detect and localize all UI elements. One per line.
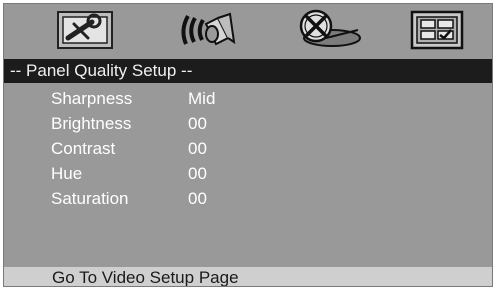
footer-hint-text: Go To Video Setup Page (52, 268, 239, 287)
wrench-settings-icon (57, 11, 113, 49)
setting-label: Hue (51, 164, 83, 183)
setting-label: Sharpness (51, 89, 133, 108)
tab-video-setup[interactable] (404, 8, 470, 52)
tab-general-setup[interactable] (54, 8, 116, 52)
tab-audio-setup[interactable] (176, 8, 238, 52)
setting-label: Contrast (51, 139, 116, 158)
setting-value: 00 (188, 189, 207, 208)
setting-value: 00 (188, 139, 207, 158)
setting-row-brightness[interactable]: Brightness 00 (4, 111, 492, 136)
setting-value: Mid (188, 89, 216, 108)
setting-row-contrast[interactable]: Contrast 00 (4, 136, 492, 161)
setting-label: Saturation (51, 189, 129, 208)
setting-value: 00 (188, 164, 207, 183)
disc-icon (299, 9, 361, 47)
setting-row-saturation[interactable]: Saturation 00 (4, 186, 492, 211)
page-title-bar: -- Panel Quality Setup -- (4, 59, 492, 83)
video-display-icon (410, 10, 464, 50)
footer-hint-bar[interactable]: Go To Video Setup Page (4, 267, 492, 287)
setting-row-hue[interactable]: Hue 00 (4, 161, 492, 186)
menu-icon-bar (4, 4, 492, 56)
page-title: -- Panel Quality Setup -- (10, 61, 193, 80)
setting-label: Brightness (51, 114, 132, 133)
tab-disc-setup[interactable] (286, 8, 366, 52)
setting-value: 00 (188, 114, 207, 133)
settings-list: Sharpness Mid Brightness 00 Contrast 00 … (4, 86, 492, 211)
speaker-audio-icon (181, 12, 236, 46)
setup-menu-panel: -- Panel Quality Setup -- Sharpness Mid … (3, 3, 493, 287)
setting-row-sharpness[interactable]: Sharpness Mid (4, 86, 492, 111)
